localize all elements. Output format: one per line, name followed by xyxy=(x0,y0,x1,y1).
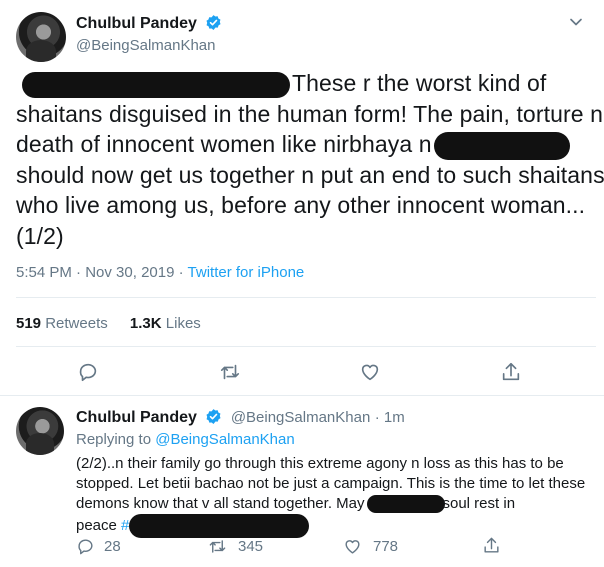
verified-badge-icon xyxy=(206,409,221,424)
tweet-line-1: These r the worst kind of xyxy=(16,68,596,99)
author-handle[interactable]: @BeingSalmanKhan xyxy=(76,37,215,54)
tweet-source-link[interactable]: Twitter for iPhone xyxy=(188,264,305,281)
replying-to-handle[interactable]: @BeingSalmanKhan xyxy=(155,431,294,448)
tweet-stats: 519 Retweets 1.3K Likes xyxy=(16,315,201,332)
tweet-time[interactable]: 5:54 PM xyxy=(16,264,72,281)
tweet-date[interactable]: Nov 30, 2019 xyxy=(85,264,174,281)
reply-icon[interactable] xyxy=(77,361,99,383)
tweet-line-2: shaitans disguised in the human form! Th… xyxy=(16,100,603,127)
verified-badge-icon xyxy=(206,15,221,30)
author-name[interactable]: Chulbul Pandey xyxy=(76,15,197,32)
author-name-row[interactable]: Chulbul Pandey xyxy=(76,14,222,33)
divider xyxy=(16,297,596,298)
reply-author-avatar[interactable] xyxy=(16,407,64,455)
share-icon[interactable] xyxy=(500,361,522,383)
tweet-text: These r the worst kind of shaitans disgu… xyxy=(16,68,604,251)
retweet-icon[interactable] xyxy=(218,361,242,383)
redacted-block xyxy=(129,514,310,538)
retweets-stat[interactable]: 519 Retweets xyxy=(16,315,108,332)
tweet-meta: 5:54 PM · Nov 30, 2019 · Twitter for iPh… xyxy=(16,264,305,281)
tweet-line-3: death of innocent women like nirbhaya n xyxy=(16,129,596,160)
reply-time-ago[interactable]: 1m xyxy=(384,409,405,426)
retweet-count: 345 xyxy=(238,538,264,555)
reply-text: (2/2)..n their family go through this ex… xyxy=(76,454,596,538)
reply-count: 28 xyxy=(104,538,121,555)
like-icon[interactable] xyxy=(343,537,362,556)
hashtag-link[interactable]: # xyxy=(121,517,129,534)
reply-icon[interactable] xyxy=(76,537,95,556)
redacted-block xyxy=(366,495,445,514)
reply-author-name[interactable]: Chulbul Pandey xyxy=(76,409,197,426)
redacted-block xyxy=(22,71,290,98)
chevron-down-icon[interactable] xyxy=(566,12,586,32)
divider xyxy=(0,395,604,396)
retweet-icon[interactable] xyxy=(207,537,228,556)
author-avatar[interactable] xyxy=(16,12,66,62)
tweet-line-6: (1/2) xyxy=(16,222,64,249)
tweet-line-4: should now get us together n put an end … xyxy=(16,161,604,188)
reply-header: Chulbul Pandey @BeingSalmanKhan · 1m xyxy=(76,409,405,426)
tweet-line-5: who live among us, before any other inno… xyxy=(16,192,586,218)
replying-to: Replying to @BeingSalmanKhan xyxy=(76,431,295,448)
like-icon[interactable] xyxy=(359,361,381,383)
like-count: 778 xyxy=(373,538,399,555)
share-icon[interactable] xyxy=(482,536,501,555)
redacted-block xyxy=(433,131,570,160)
likes-stat[interactable]: 1.3K Likes xyxy=(130,315,201,332)
divider xyxy=(16,346,596,347)
reply-author-handle[interactable]: @BeingSalmanKhan xyxy=(231,409,370,426)
